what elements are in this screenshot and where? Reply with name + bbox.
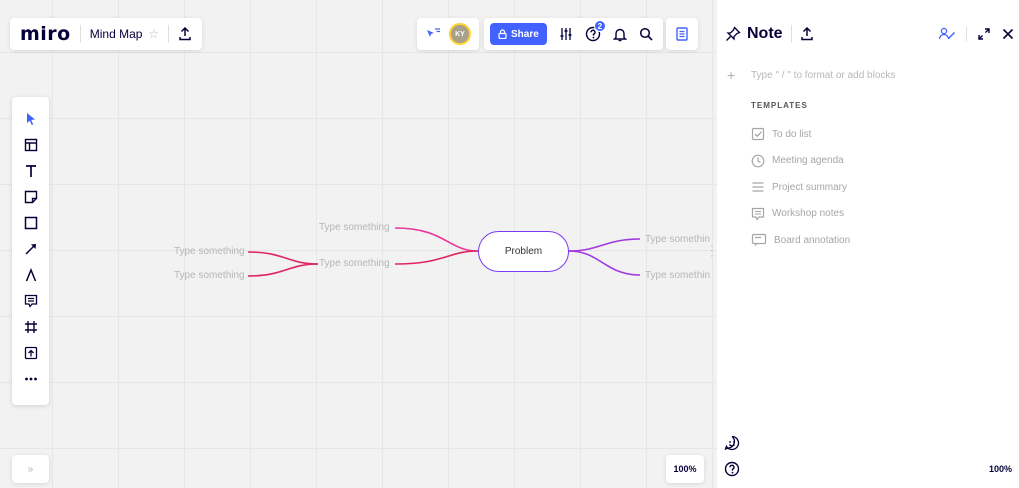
- annotation-icon: [751, 234, 767, 247]
- template-project-summary[interactable]: Project summary: [751, 174, 850, 201]
- help-icon[interactable]: [724, 461, 740, 477]
- center-node-label: Problem: [504, 246, 543, 257]
- collaboration-panel: KY: [417, 18, 479, 50]
- template-label: Board annotation: [774, 234, 851, 246]
- template-label: Workshop notes: [772, 208, 845, 220]
- expand-panel-button[interactable]: »: [12, 455, 49, 483]
- templates-tool[interactable]: [18, 132, 44, 158]
- frame-tool[interactable]: [18, 314, 44, 340]
- text-icon: [25, 165, 36, 177]
- resize-handle-dots: [711, 245, 713, 257]
- mindmap-node-upper-right[interactable]: Type somethin: [645, 234, 710, 245]
- template-board-annotation[interactable]: Board annotation: [751, 227, 850, 254]
- template-meeting-agenda[interactable]: Meeting agenda: [751, 148, 850, 175]
- notification-badge: 2: [593, 20, 606, 32]
- template-list: To do list Meeting agenda Project summar…: [751, 121, 850, 254]
- comment-tool[interactable]: [18, 288, 44, 314]
- mindmap-node-lower-right[interactable]: Type somethin: [645, 270, 710, 281]
- notes-icon: [751, 207, 765, 221]
- upload-tool[interactable]: [18, 340, 44, 366]
- board-header-panel: miro Mind Map ☆: [10, 18, 203, 50]
- star-icon[interactable]: ☆: [148, 27, 159, 41]
- divider: [790, 25, 792, 43]
- add-block-row[interactable]: + Type " / " to format or add blocks: [727, 67, 895, 83]
- lines-icon: [752, 182, 764, 192]
- mindmap-connectors: [247, 227, 713, 277]
- upload-icon: [24, 346, 37, 360]
- help-icon[interactable]: 2: [585, 20, 606, 42]
- clock-icon: [751, 154, 765, 168]
- collaborators-icon[interactable]: [938, 27, 956, 41]
- follow-cursor-icon[interactable]: [425, 27, 441, 41]
- connector-child-lower: [247, 263, 319, 277]
- notes-header: Note: [725, 20, 1015, 48]
- divider: [168, 25, 170, 43]
- checkbox-icon: [751, 128, 765, 141]
- share-button[interactable]: Share: [490, 23, 547, 45]
- board-actions-panel: Share 2: [484, 18, 663, 50]
- mindmap-node-lower-left[interactable]: Type something: [319, 258, 390, 269]
- connection-line-tool[interactable]: [18, 236, 44, 262]
- arrow-icon: [24, 244, 36, 255]
- more-tools[interactable]: [18, 366, 44, 392]
- pin-icon[interactable]: [725, 26, 741, 42]
- template-label: Meeting agenda: [772, 155, 844, 167]
- mindmap-node-upper-left[interactable]: Type something: [319, 222, 390, 233]
- notes-title: Note: [747, 25, 783, 42]
- divider: [79, 25, 81, 43]
- notes-panel: Note + Type " / " to format or add block…: [717, 0, 1019, 488]
- notes-zoom-level: 100%: [988, 464, 1012, 474]
- template-label: Project summary: [772, 181, 848, 193]
- sticky-note-icon: [24, 190, 37, 204]
- board-canvas[interactable]: Problem Type something Type something Ty…: [0, 0, 717, 488]
- search-icon[interactable]: [639, 27, 653, 41]
- sticky-note-tool[interactable]: [18, 184, 44, 210]
- emoji-icon[interactable]: [724, 435, 740, 451]
- lock-icon: [498, 29, 507, 39]
- connector-lower-left: [394, 250, 479, 265]
- bell-icon[interactable]: [612, 27, 627, 42]
- template-icon: [24, 138, 37, 152]
- document-icon: [676, 27, 688, 41]
- share-button-label: Share: [511, 28, 539, 40]
- zoom-level[interactable]: 100%: [666, 455, 704, 483]
- frame-icon: [24, 321, 37, 333]
- square-icon: [24, 216, 37, 230]
- export-icon[interactable]: [800, 27, 814, 41]
- notes-placeholder[interactable]: Type " / " to format or add blocks: [751, 70, 895, 81]
- cursor-icon: [26, 113, 35, 125]
- expand-icon[interactable]: [977, 27, 991, 41]
- mindmap-child-node-upper[interactable]: Type something: [174, 246, 245, 257]
- pen-icon: [25, 268, 36, 282]
- connector-upper-right: [568, 238, 641, 252]
- comment-icon: [24, 294, 37, 308]
- template-to-do-list[interactable]: To do list: [751, 121, 850, 148]
- export-icon[interactable]: [178, 27, 192, 41]
- plus-icon[interactable]: +: [727, 67, 741, 83]
- close-icon[interactable]: [1001, 27, 1015, 41]
- board-name[interactable]: Mind Map: [90, 27, 143, 41]
- notes-header-actions: [938, 27, 1015, 41]
- templates-heading: TEMPLATES: [751, 101, 808, 110]
- connector-lower-right: [568, 250, 641, 276]
- template-workshop-notes[interactable]: Workshop notes: [751, 201, 850, 228]
- connector-child-upper: [247, 251, 319, 265]
- zoom-level-label: 100%: [673, 464, 697, 474]
- miro-logo[interactable]: miro: [20, 23, 71, 45]
- mindmap-child-node-lower[interactable]: Type something: [174, 270, 245, 281]
- pen-tool[interactable]: [18, 262, 44, 288]
- notes-toggle-button[interactable]: [666, 18, 698, 50]
- settings-sliders-icon[interactable]: [559, 27, 573, 41]
- more-icon: [24, 377, 37, 381]
- shape-tool[interactable]: [18, 210, 44, 236]
- text-tool[interactable]: [18, 158, 44, 184]
- creation-toolbar: [12, 97, 49, 405]
- double-chevron-icon: »: [27, 463, 34, 475]
- template-label: To do list: [772, 128, 812, 140]
- select-tool[interactable]: [18, 106, 44, 132]
- avatar[interactable]: KY: [449, 23, 471, 45]
- divider: [966, 27, 967, 41]
- mindmap-center-node[interactable]: Problem: [478, 231, 569, 272]
- connector-upper-left: [394, 227, 479, 252]
